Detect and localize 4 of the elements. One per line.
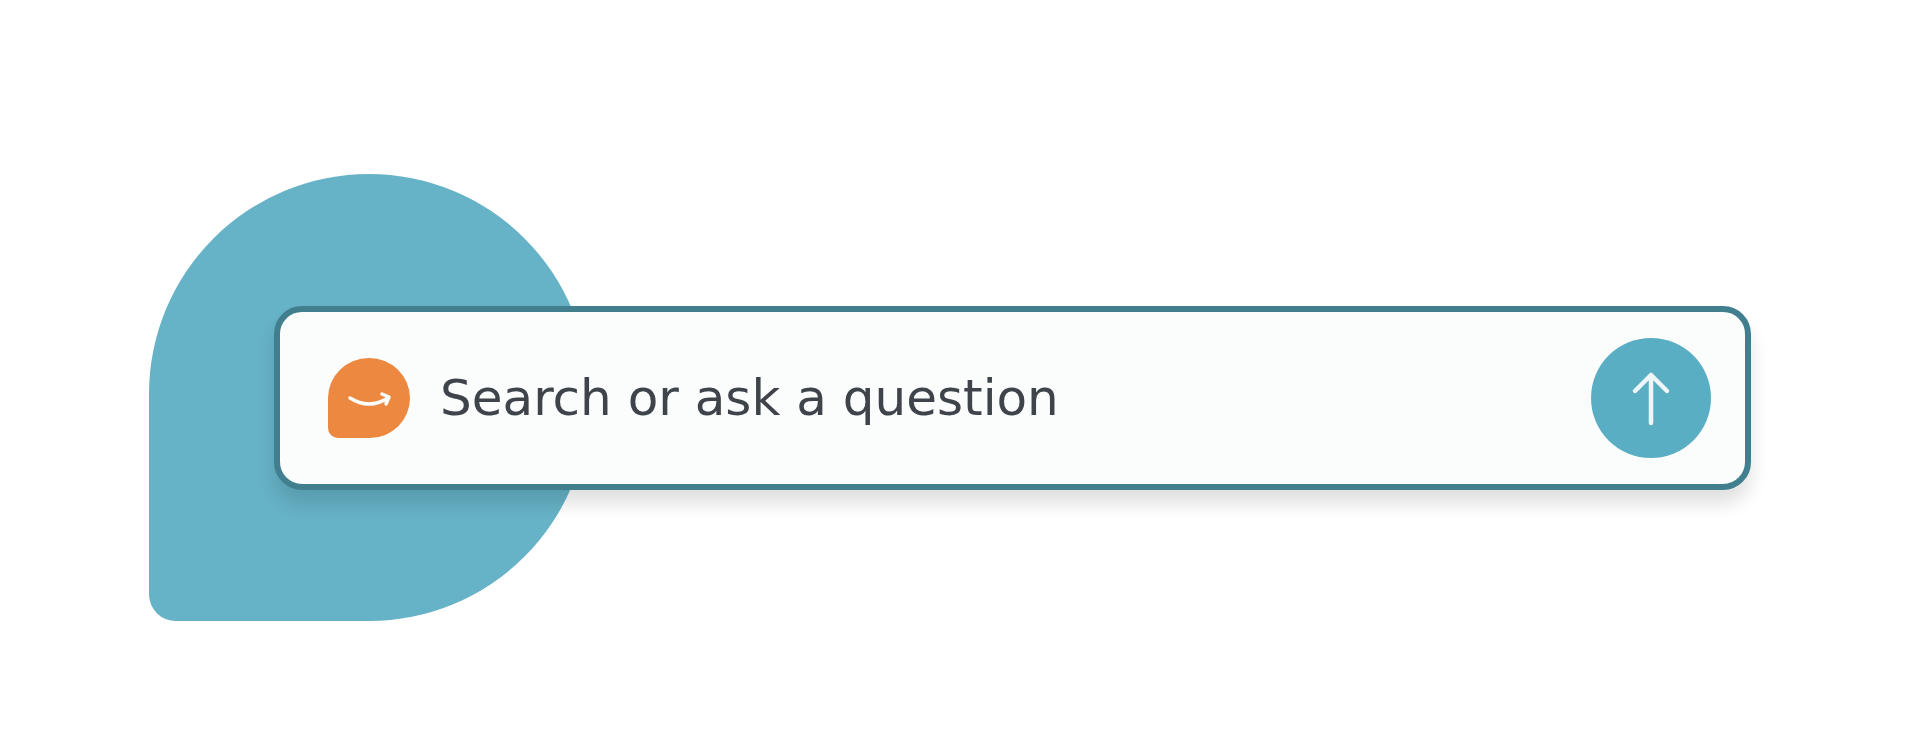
search-field[interactable]: Search or ask a question [274, 306, 1751, 490]
up-arrow-icon [1631, 370, 1671, 426]
chat-bubble-icon [328, 358, 410, 438]
search-input[interactable]: Search or ask a question [440, 366, 1561, 430]
